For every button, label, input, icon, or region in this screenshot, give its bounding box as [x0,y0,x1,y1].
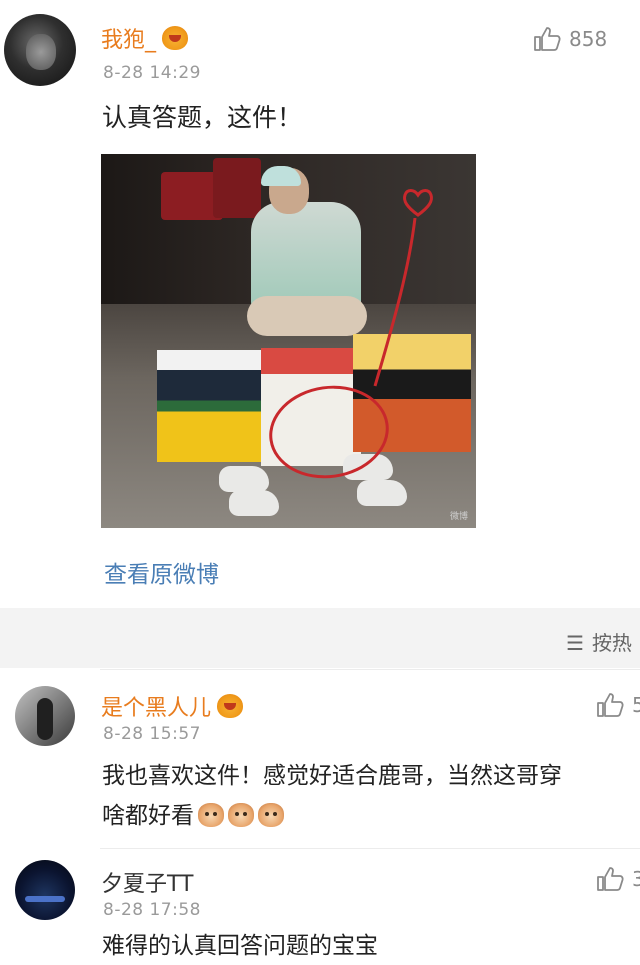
photo-person-legs [247,296,367,336]
thumbs-up-icon [597,867,624,891]
red-heart-annotation [403,189,433,217]
comment-like-count: 5 [632,693,640,717]
photo-shoe [219,466,269,492]
post-like-count: 858 [569,27,608,51]
divider [100,669,640,670]
comment-author-avatar[interactable] [15,686,75,746]
comment-like-button[interactable]: 3 [596,866,640,892]
comment-text-line: 啥都好看 [102,796,562,836]
red-line-annotation [373,218,417,387]
thumbs-up-icon [534,27,561,51]
comments-header [0,608,640,668]
comment-timestamp: 8-28 17:58 [103,900,201,920]
photo-shoe [229,490,279,516]
post-author-name-text: 我狍_ [101,28,157,53]
post-author-name[interactable]: 我狍_ [101,22,189,54]
photo-cap [261,166,301,186]
comment-author-avatar[interactable] [15,860,75,920]
avatar-face [26,34,56,70]
comment-author-name-text: 是个黑人儿 [101,696,212,721]
cat-emoji-icon [258,803,284,827]
comment-author-name[interactable]: 夕夏子TT [101,866,194,898]
crown-emoji-icon [162,26,189,50]
cat-emoji-icon [228,803,254,827]
thumbs-up-icon [597,693,624,717]
avatar-figure [37,698,53,740]
comment-author-name[interactable]: 是个黑人儿 [101,690,244,722]
photo-shoe [357,480,407,506]
divider [100,848,640,849]
sort-by-hot-button[interactable]: ☰ 按热 [566,627,632,656]
view-original-post-link[interactable]: 查看原微博 [104,555,219,589]
comment-text-segment: 啥都好看 [102,803,194,829]
photo-red-bag [213,158,261,218]
post-text: 认真答题，这件！ [102,103,303,132]
crown-emoji-icon [217,694,244,718]
comment-like-count: 3 [632,867,640,891]
sort-icon: ☰ [566,631,584,655]
comment-timestamp: 8-28 15:57 [103,724,201,744]
post-author-avatar[interactable] [4,14,76,86]
avatar-glow [25,896,65,902]
cat-emoji-icon [198,803,224,827]
post-photo[interactable]: 微博 [101,154,476,528]
comment-like-button[interactable]: 5 [596,692,640,718]
post-like-button[interactable]: 858 [533,26,607,52]
sort-label: 按热 [591,631,632,655]
comment-text: 难得的认真回答问题的宝宝 [102,933,378,959]
photo-watermark: 微博 [449,512,468,522]
post-timestamp: 8-28 14:29 [103,63,201,83]
comment-text: 我也喜欢这件！感觉好适合鹿哥，当然这哥穿 啥都好看 [102,756,562,836]
photo-clothing-item [157,350,267,462]
comment-text-line: 我也喜欢这件！感觉好适合鹿哥，当然这哥穿 [102,763,562,789]
